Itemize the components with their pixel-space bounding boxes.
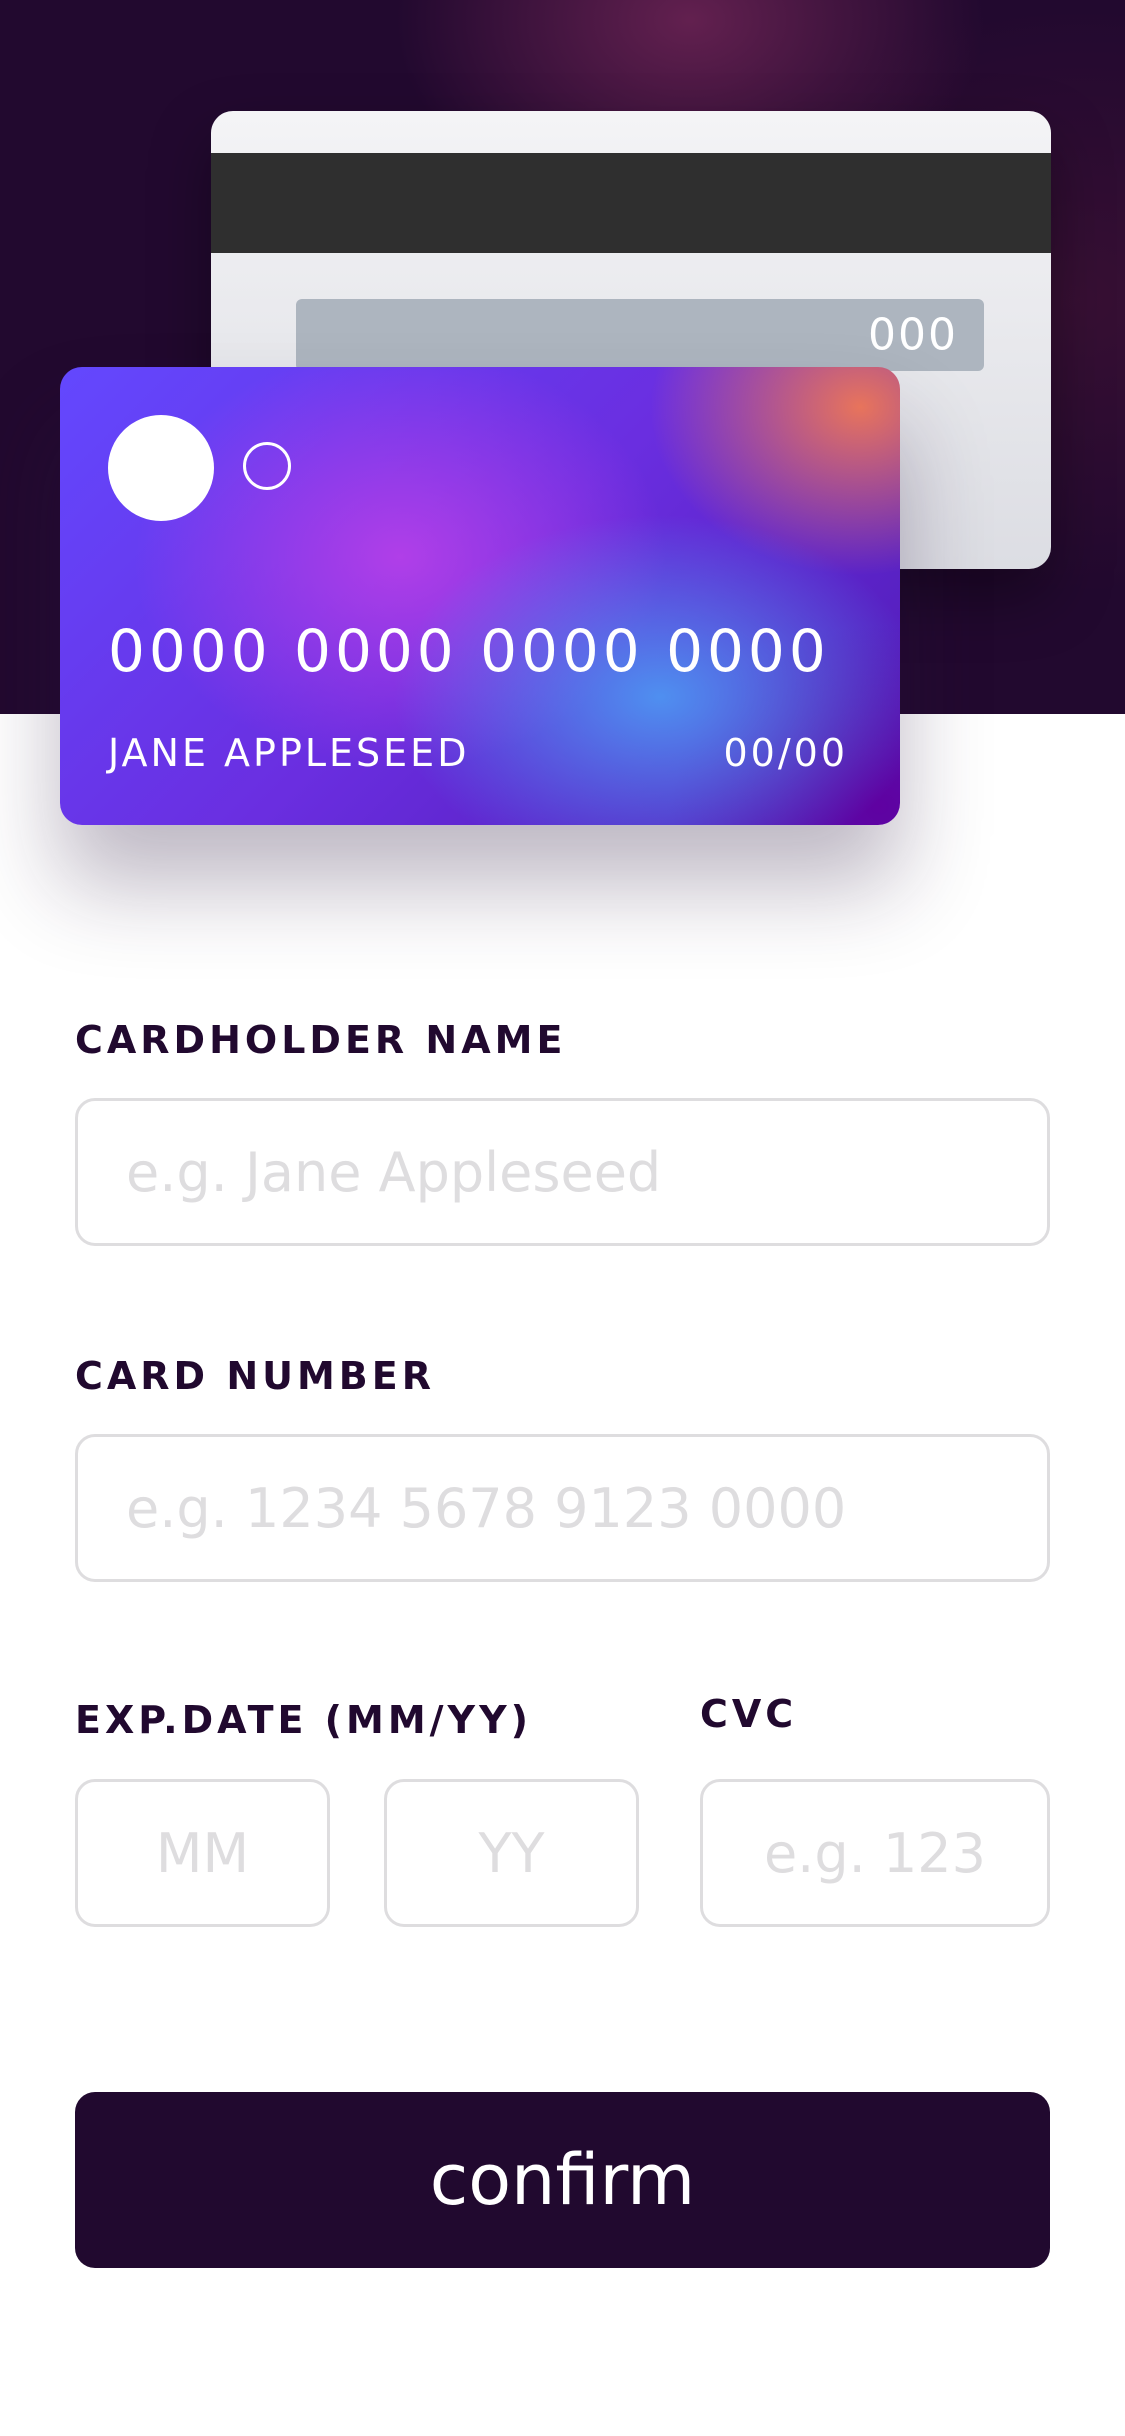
card-logo-outline-circle-icon — [243, 442, 291, 490]
card-back-cvc: 000 — [868, 309, 958, 361]
exp-date-label: EXP.DATE (MM/YY) — [75, 1698, 532, 1742]
exp-month-input[interactable] — [75, 1779, 330, 1927]
magnetic-stripe — [211, 153, 1051, 253]
cvc-label: CVC — [700, 1692, 798, 1736]
card-front-number: 0000 0000 0000 0000 — [108, 617, 830, 685]
cardholder-name-input[interactable] — [75, 1098, 1050, 1246]
card-front-expiry: 00/00 — [723, 731, 848, 775]
card-number-label: CARD NUMBER — [75, 1354, 435, 1398]
signature-strip: 000 — [296, 299, 984, 371]
card-logo-filled-circle-icon — [108, 415, 214, 521]
card-front-name: JANE APPLESEED — [108, 731, 470, 775]
cardholder-name-label: CARDHOLDER NAME — [75, 1018, 567, 1062]
card-front: 0000 0000 0000 0000 JANE APPLESEED 00/00 — [60, 367, 900, 825]
cvc-input[interactable] — [700, 1779, 1050, 1927]
exp-year-input[interactable] — [384, 1779, 639, 1927]
confirm-button[interactable]: confirm — [75, 2092, 1050, 2268]
card-number-input[interactable] — [75, 1434, 1050, 1582]
